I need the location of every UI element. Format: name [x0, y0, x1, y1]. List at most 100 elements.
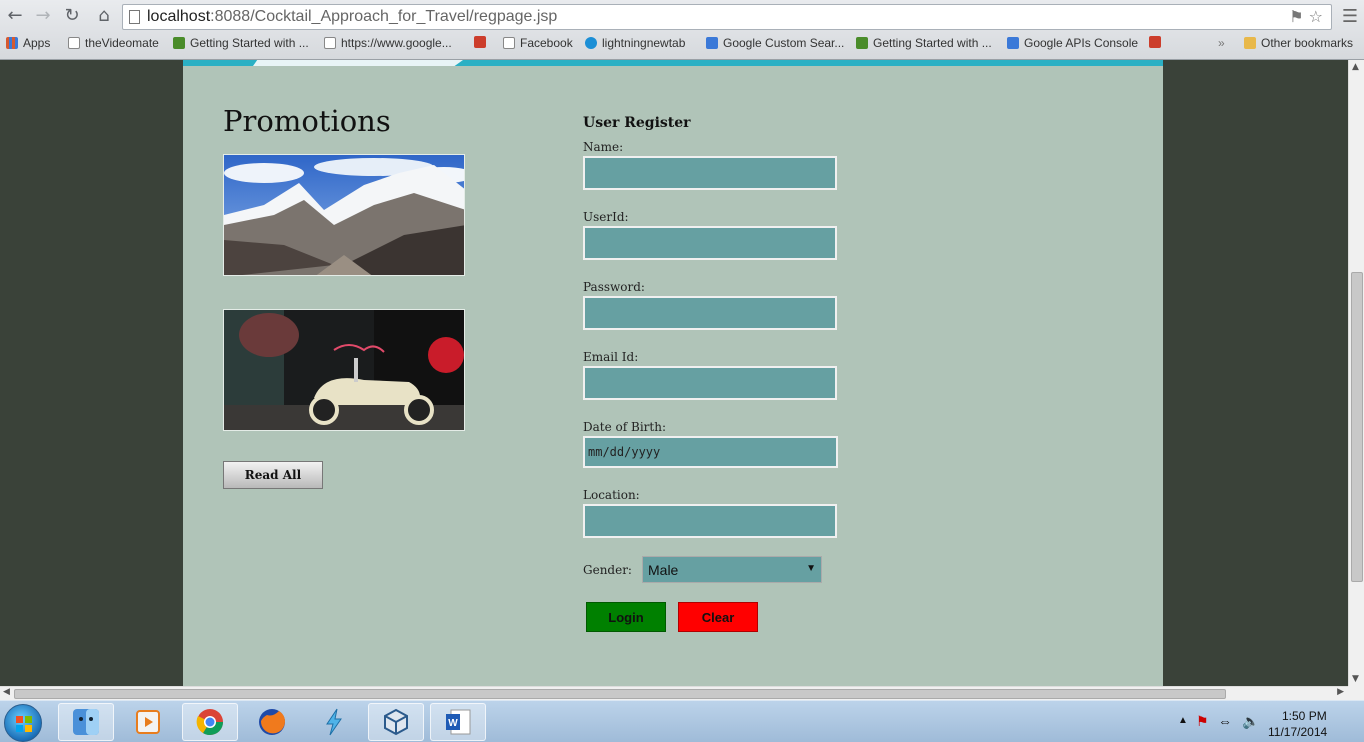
overflow-chevron-icon: »	[1218, 36, 1225, 50]
bookmarks-bar: Apps theVideomate Getting Started with .…	[0, 33, 1364, 55]
windows-logo-icon	[16, 716, 32, 732]
menu-icon[interactable]: ☰	[1342, 6, 1358, 27]
star-icon[interactable]: ☆	[1309, 7, 1323, 26]
header-strip	[183, 60, 1163, 66]
flag-alert-icon[interactable]: ⚑	[1196, 713, 1209, 730]
bookmark-item[interactable]	[474, 36, 486, 48]
clock-date[interactable]: 11/17/2014	[1268, 725, 1327, 739]
bookmark-item[interactable]: Getting Started with ...	[173, 36, 309, 50]
bookmark-label: https://www.google...	[341, 36, 452, 50]
scroll-right-icon[interactable]: ▶	[1337, 687, 1344, 697]
calendar-icon	[474, 36, 486, 48]
chrome-taskbar-icon[interactable]	[182, 703, 238, 741]
register-title: User Register	[583, 115, 691, 131]
back-icon[interactable]: ←	[4, 5, 26, 27]
media-player-taskbar-icon[interactable]	[120, 703, 176, 741]
location-input[interactable]	[583, 504, 837, 538]
password-input[interactable]	[583, 296, 837, 330]
bookmark-item[interactable]: Facebook	[503, 36, 573, 50]
network-icon[interactable]: ⇔	[1218, 713, 1232, 729]
show-hidden-icons-icon[interactable]: ▲	[1178, 715, 1188, 726]
bookmark-apps[interactable]: Apps	[6, 36, 50, 50]
page-icon	[503, 37, 515, 49]
horizontal-scroll-thumb[interactable]	[14, 689, 1226, 699]
system-tray: ▲ ⚑ ⇔ 🔈 1:50 PM 11/17/2014	[1174, 701, 1364, 742]
email-input[interactable]	[583, 366, 837, 400]
mountains-image	[224, 155, 464, 275]
bookmark-item[interactable]: Google APIs Console	[1007, 36, 1138, 50]
bookmark-item[interactable]: lightningnewtab	[585, 36, 685, 50]
name-label: Name:	[583, 140, 624, 154]
bookmark-label: theVideomate	[85, 36, 159, 50]
read-all-button[interactable]: Read All	[223, 461, 323, 489]
page-icon	[68, 37, 80, 49]
scooter-image	[224, 310, 464, 430]
clock-time[interactable]: 1:50 PM	[1282, 709, 1327, 723]
dob-input[interactable]: mm/dd/yyyy	[583, 436, 838, 468]
other-bookmarks[interactable]: Other bookmarks	[1244, 36, 1353, 50]
start-button[interactable]	[4, 704, 42, 742]
clear-button[interactable]: Clear	[678, 602, 758, 632]
name-input[interactable]	[583, 156, 837, 190]
gender-label: Gender:	[583, 563, 632, 577]
dob-label: Date of Birth:	[583, 420, 666, 434]
bookmark-item[interactable]: Google Custom Sear...	[706, 36, 844, 50]
url-host: localhost	[147, 8, 211, 25]
omnibox-icons: ⚑ ☆	[1289, 7, 1323, 26]
promotions-title: Promotions	[223, 104, 391, 138]
url-text[interactable]: localhost:8088/Cocktail_Approach_for_Tra…	[147, 8, 557, 26]
google-icon	[706, 37, 718, 49]
apps-grid-icon	[6, 37, 18, 49]
page-viewport: Promotions Read All User Register Name: …	[0, 60, 1348, 686]
gender-value: Male	[648, 561, 679, 578]
promo-image-scooter[interactable]	[223, 309, 465, 431]
bookmark-item[interactable]: Getting Started with ...	[856, 36, 992, 50]
svg-text:W: W	[448, 718, 458, 729]
promo-image-mountains[interactable]	[223, 154, 465, 276]
gender-select[interactable]: Male ▼	[642, 556, 822, 583]
virtualbox-taskbar-icon[interactable]	[368, 703, 424, 741]
firefox-taskbar-icon[interactable]	[244, 703, 300, 741]
other-bookmarks-label: Other bookmarks	[1261, 36, 1354, 50]
home-icon[interactable]: ⌂	[93, 5, 115, 27]
bookmark-overflow[interactable]: »	[1218, 36, 1225, 50]
google-icon	[1007, 37, 1019, 49]
content-panel: Promotions Read All User Register Name: …	[183, 60, 1163, 686]
scrollbar-corner	[1348, 686, 1364, 700]
vertical-scroll-thumb[interactable]	[1351, 272, 1363, 582]
dropdown-arrow-icon: ▼	[806, 563, 816, 574]
bookmark-item[interactable]	[1149, 36, 1161, 48]
bookmark-item[interactable]: https://www.google...	[324, 36, 452, 50]
forward-icon[interactable]: →	[32, 5, 54, 27]
login-button[interactable]: Login	[586, 602, 666, 632]
location-label: Location:	[583, 488, 640, 502]
scroll-up-icon[interactable]: ▲	[1352, 62, 1359, 72]
reload-icon[interactable]: ↻	[61, 5, 83, 27]
horizontal-scrollbar[interactable]: ◀ ▶	[0, 686, 1348, 700]
finder-taskbar-icon[interactable]	[58, 703, 114, 741]
taskbar: W ▲ ⚑ ⇔ 🔈 1:50 PM 11/17/2014	[0, 700, 1364, 742]
bookmark-label: Google APIs Console	[1024, 36, 1139, 50]
scroll-down-icon[interactable]: ▼	[1352, 674, 1359, 684]
bookmark-label: Getting Started with ...	[873, 36, 992, 50]
scroll-left-icon[interactable]: ◀	[3, 687, 10, 697]
calendar-icon	[1149, 36, 1161, 48]
folder-icon	[1244, 37, 1256, 49]
key-icon[interactable]: ⚑	[1289, 7, 1303, 26]
vertical-scrollbar[interactable]: ▲ ▼	[1348, 60, 1364, 686]
word-taskbar-icon[interactable]: W	[430, 703, 486, 741]
lightning-taskbar-icon[interactable]	[306, 703, 362, 741]
drive-icon	[856, 37, 868, 49]
page-icon	[324, 37, 336, 49]
email-label: Email Id:	[583, 350, 639, 364]
userid-input[interactable]	[583, 226, 837, 260]
bookmark-label: Facebook	[520, 36, 573, 50]
bookmark-label: Apps	[23, 36, 51, 50]
url-path: :8088/Cocktail_Approach_for_Travel/regpa…	[210, 8, 558, 25]
drive-icon	[173, 37, 185, 49]
bookmark-item[interactable]: theVideomate	[68, 36, 159, 50]
userid-label: UserId:	[583, 210, 629, 224]
volume-muted-icon[interactable]: 🔈	[1242, 713, 1259, 730]
address-bar[interactable]: localhost:8088/Cocktail_Approach_for_Tra…	[122, 4, 1332, 30]
browser-toolbar: ← → ↻ ⌂ localhost:8088/Cocktail_Approach…	[0, 0, 1364, 60]
